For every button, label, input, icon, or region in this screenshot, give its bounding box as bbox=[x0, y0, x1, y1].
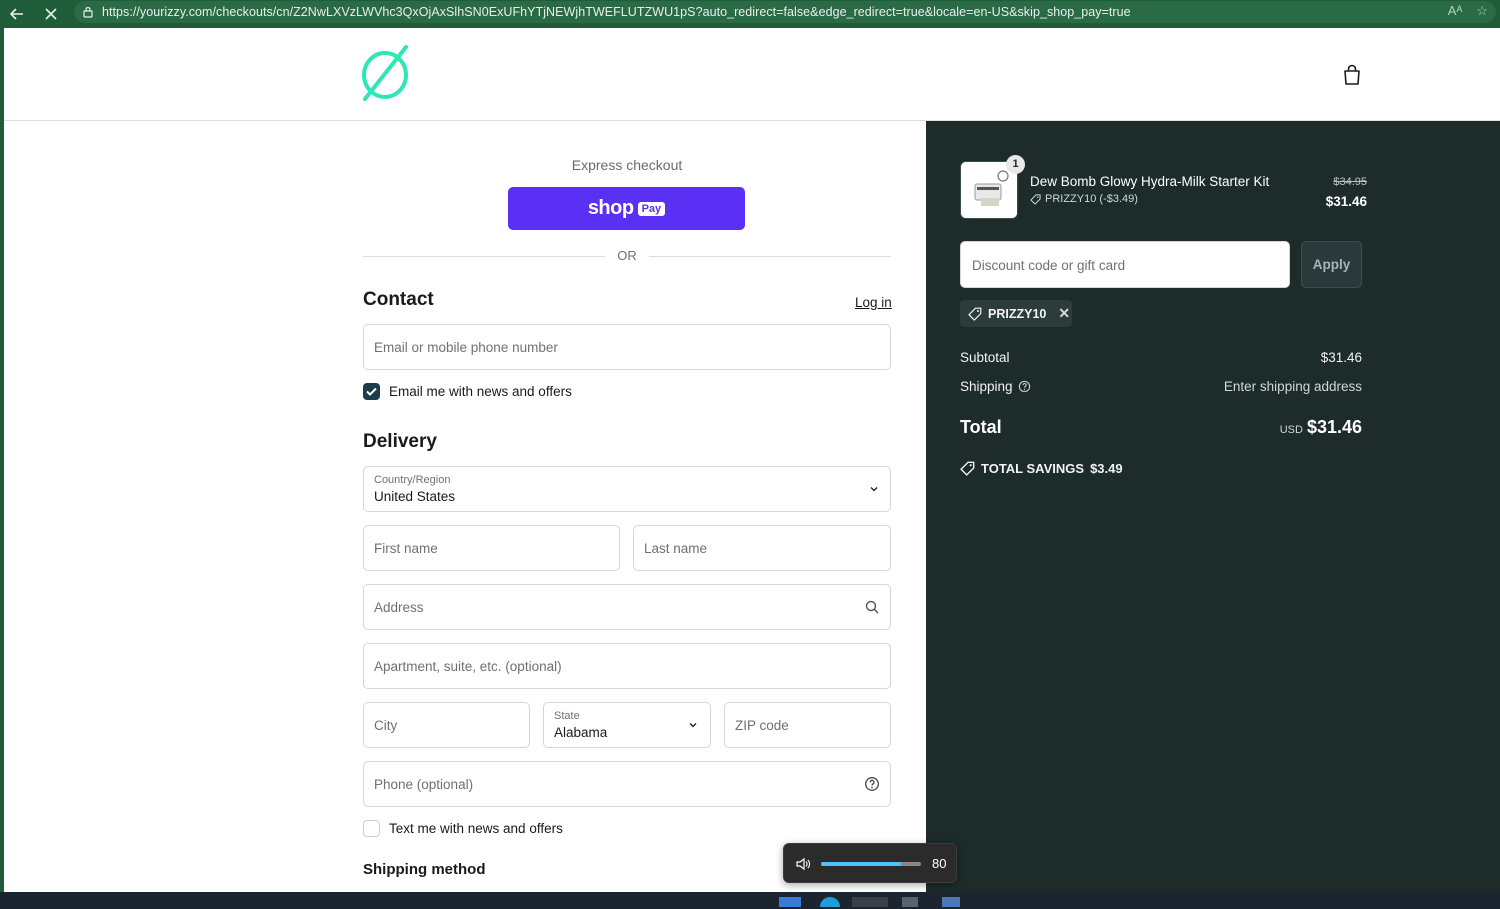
country-select[interactable]: Country/Region United States bbox=[363, 466, 891, 512]
remove-discount-icon[interactable]: ✕ bbox=[1058, 305, 1070, 322]
tag-icon bbox=[968, 307, 982, 321]
applied-code: PRIZZY10 bbox=[988, 306, 1047, 321]
total-value: $31.46 bbox=[1306, 417, 1362, 437]
address-field[interactable]: Address bbox=[363, 584, 891, 630]
favorite-star-icon[interactable]: ☆ bbox=[1476, 3, 1488, 19]
city-placeholder: City bbox=[374, 718, 398, 733]
checkout-header bbox=[4, 28, 1500, 121]
app-icon[interactable] bbox=[902, 897, 918, 907]
lock-icon bbox=[83, 6, 93, 18]
state-label: State bbox=[554, 710, 580, 722]
first-name-field[interactable]: First name bbox=[363, 525, 620, 571]
volume-value: 80 bbox=[932, 856, 947, 871]
shop-pay-text: shop bbox=[587, 197, 634, 219]
email-field[interactable]: Email or mobile phone number bbox=[363, 324, 891, 370]
state-value: Alabama bbox=[554, 725, 608, 740]
phone-field[interactable]: Phone (optional) bbox=[363, 761, 891, 807]
state-select[interactable]: State Alabama bbox=[543, 702, 711, 748]
url-text[interactable]: https://yourizzy.com/checkouts/cn/Z2NwLX… bbox=[102, 5, 1131, 19]
applied-discount-chip: PRIZZY10 ✕ bbox=[960, 300, 1072, 327]
product-discount-code: PRIZZY10 (-$3.49) bbox=[1045, 193, 1138, 205]
start-icon[interactable] bbox=[779, 897, 801, 907]
edge-icon[interactable] bbox=[820, 897, 840, 907]
shipping-row: Shipping Enter shipping address bbox=[960, 379, 1362, 397]
checkmark-icon bbox=[366, 387, 377, 396]
close-icon[interactable] bbox=[34, 4, 68, 24]
chevron-down-icon bbox=[689, 723, 697, 728]
shop-pay-button[interactable]: shop Pay bbox=[508, 187, 745, 230]
last-name-field[interactable]: Last name bbox=[633, 525, 891, 571]
original-price: $34.95 bbox=[1333, 176, 1367, 188]
zip-placeholder: ZIP code bbox=[735, 718, 789, 733]
currency-code: USD bbox=[1279, 424, 1303, 436]
total-label: Total bbox=[960, 417, 1002, 437]
zip-field[interactable]: ZIP code bbox=[724, 702, 891, 748]
email-placeholder: Email or mobile phone number bbox=[374, 340, 558, 355]
address-placeholder: Address bbox=[374, 600, 424, 615]
volume-level bbox=[821, 862, 901, 866]
order-summary: 1 Dew Bomb Glowy Hydra-Milk Starter Kit … bbox=[926, 121, 1500, 892]
shipping-method-heading: Shipping method bbox=[363, 861, 486, 878]
login-link[interactable]: Log in bbox=[855, 295, 892, 310]
volume-flyout: 80 bbox=[783, 843, 957, 883]
checkout-page: Express checkout shop Pay OR Contact Log… bbox=[4, 28, 1500, 892]
savings-value: $3.49 bbox=[1090, 461, 1123, 476]
country-value: United States bbox=[374, 489, 456, 504]
checkout-form: Express checkout shop Pay OR Contact Log… bbox=[4, 121, 926, 892]
apply-button[interactable]: Apply bbox=[1301, 241, 1362, 288]
quantity-badge: 1 bbox=[1006, 155, 1025, 174]
izzy-logo[interactable] bbox=[360, 44, 414, 102]
newsletter-label: Email me with news and offers bbox=[389, 384, 572, 399]
product-discount: PRIZZY10 (-$3.49) bbox=[1030, 193, 1138, 205]
shopping-bag-icon[interactable] bbox=[1342, 64, 1362, 86]
shop-pay-badge: Pay bbox=[637, 201, 666, 216]
back-arrow-icon[interactable] bbox=[0, 4, 34, 24]
sms-label: Text me with news and offers bbox=[389, 821, 563, 836]
read-aloud-icon[interactable]: Aᴬ bbox=[1448, 3, 1463, 19]
apartment-field[interactable]: Apartment, suite, etc. (optional) bbox=[363, 643, 891, 689]
last-name-placeholder: Last name bbox=[644, 541, 708, 556]
app-icon[interactable] bbox=[942, 897, 960, 907]
savings-label: TOTAL SAVINGS bbox=[981, 461, 1085, 476]
contact-heading: Contact bbox=[363, 289, 434, 310]
shipping-value: Enter shipping address bbox=[1223, 379, 1362, 394]
or-divider: OR bbox=[363, 247, 891, 265]
product-name: Dew Bomb Glowy Hydra-Milk Starter Kit bbox=[1030, 174, 1270, 189]
express-checkout-label: Express checkout bbox=[571, 157, 683, 173]
or-text: OR bbox=[617, 248, 637, 263]
tag-icon bbox=[960, 461, 975, 476]
newsletter-checkbox[interactable] bbox=[363, 383, 380, 400]
help-icon[interactable] bbox=[864, 776, 880, 792]
search-icon bbox=[865, 600, 879, 614]
product-price: $31.46 bbox=[1325, 194, 1367, 209]
first-name-placeholder: First name bbox=[374, 541, 438, 556]
total-savings: TOTAL SAVINGS $3.49 bbox=[960, 461, 1123, 476]
total-row: Total USD $31.46 bbox=[960, 417, 1362, 441]
discount-code-input[interactable]: Discount code or gift card bbox=[960, 241, 1290, 288]
sms-checkbox[interactable] bbox=[363, 820, 380, 837]
app-icon[interactable] bbox=[852, 897, 888, 907]
phone-placeholder: Phone (optional) bbox=[374, 777, 474, 792]
chevron-down-icon bbox=[870, 487, 878, 492]
volume-slider[interactable] bbox=[821, 862, 921, 866]
city-field[interactable]: City bbox=[363, 702, 530, 748]
tag-icon bbox=[1030, 193, 1041, 205]
subtotal-row: Subtotal $31.46 bbox=[960, 350, 1362, 368]
apartment-placeholder: Apartment, suite, etc. (optional) bbox=[374, 659, 562, 674]
help-icon[interactable] bbox=[1018, 380, 1031, 393]
country-label: Country/Region bbox=[374, 474, 451, 486]
delivery-heading: Delivery bbox=[363, 431, 437, 452]
taskbar bbox=[0, 892, 1500, 909]
subtotal-value: $31.46 bbox=[1320, 350, 1362, 365]
shipping-label: Shipping bbox=[960, 379, 1013, 394]
address-bar[interactable]: https://yourizzy.com/checkouts/cn/Z2NwLX… bbox=[74, 1, 1496, 23]
speaker-icon[interactable] bbox=[795, 856, 811, 872]
browser-toolbar: https://yourizzy.com/checkouts/cn/Z2NwLX… bbox=[0, 0, 1500, 28]
subtotal-label: Subtotal bbox=[960, 350, 1010, 365]
discount-placeholder: Discount code or gift card bbox=[972, 258, 1126, 273]
